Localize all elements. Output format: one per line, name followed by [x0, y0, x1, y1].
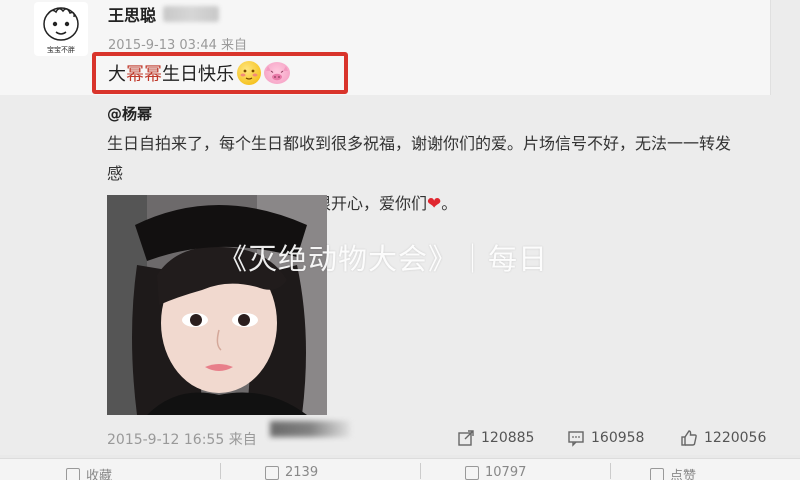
repost-text-end: 。: [441, 194, 458, 213]
thumbs-up-icon: [681, 430, 697, 446]
post-text-highlight: 幂幂: [126, 64, 162, 85]
selfie-photo[interactable]: [107, 195, 327, 415]
like-count: 1220056: [704, 430, 767, 446]
pig-face-emoji-icon: [264, 62, 290, 84]
share-icon: [265, 465, 279, 480]
repost-timestamp[interactable]: 2015-9-12 16:55 来自: [107, 429, 257, 449]
divider: [610, 463, 611, 479]
comment-stat[interactable]: 160958: [567, 429, 644, 447]
forward-icon: [458, 430, 474, 446]
divider: [220, 463, 221, 479]
repost-author-mention[interactable]: @杨幂: [107, 103, 152, 124]
post-text-suffix: 生日快乐: [162, 64, 234, 85]
shy-face-emoji-icon: [237, 61, 261, 85]
user-avatar[interactable]: 宝宝不胖: [34, 2, 88, 56]
forward-count: 120885: [481, 430, 535, 446]
like-button[interactable]: 点赞: [650, 465, 696, 480]
blurred-source: [270, 421, 350, 437]
comment-icon: [465, 465, 479, 480]
comment-count: 160958: [591, 430, 645, 446]
post-timestamp[interactable]: 2015-9-13 03:44 来自: [108, 34, 247, 53]
blurred-name-suffix: [163, 6, 219, 22]
selfie-image: [107, 195, 327, 415]
like-stat[interactable]: 1220056: [680, 429, 766, 447]
favorite-label: 收藏: [86, 469, 113, 480]
watermark-text: 《灭绝动物大会》｜每日: [218, 242, 549, 276]
repost-text-line-1: 生日自拍来了，每个生日都收到很多祝福，谢谢你们的爱。片场信号不好，无法一一转发感: [107, 134, 732, 183]
comment-label: 10797: [485, 465, 527, 480]
avatar-caption: 宝宝不胖: [47, 45, 75, 54]
right-edge-panel: [770, 0, 800, 95]
bottom-action-bar: 收藏 2139 10797 点赞: [0, 458, 800, 480]
favorite-button[interactable]: 收藏: [66, 465, 112, 480]
post-text-prefix: 大: [108, 64, 126, 85]
thumbs-up-icon: [650, 467, 664, 480]
star-icon: [66, 467, 80, 480]
post-text: 大幂幂 生日快乐: [108, 60, 290, 86]
like-label: 点赞: [670, 469, 697, 480]
red-heart-icon: ❤: [427, 194, 442, 214]
forward-label: 2139: [285, 465, 319, 480]
post-username[interactable]: 王思聪: [108, 2, 156, 26]
comment-button[interactable]: 10797: [465, 465, 526, 480]
comment-icon: [568, 431, 584, 447]
cartoon-avatar-icon: 宝宝不胖: [43, 7, 79, 54]
divider: [420, 463, 421, 479]
forward-stat[interactable]: 120885: [457, 429, 534, 447]
original-post-card: 宝宝不胖 王思聪 2015-9-13 03:44 来自 大幂幂 生日快乐: [0, 0, 800, 95]
forward-button[interactable]: 2139: [265, 465, 318, 480]
